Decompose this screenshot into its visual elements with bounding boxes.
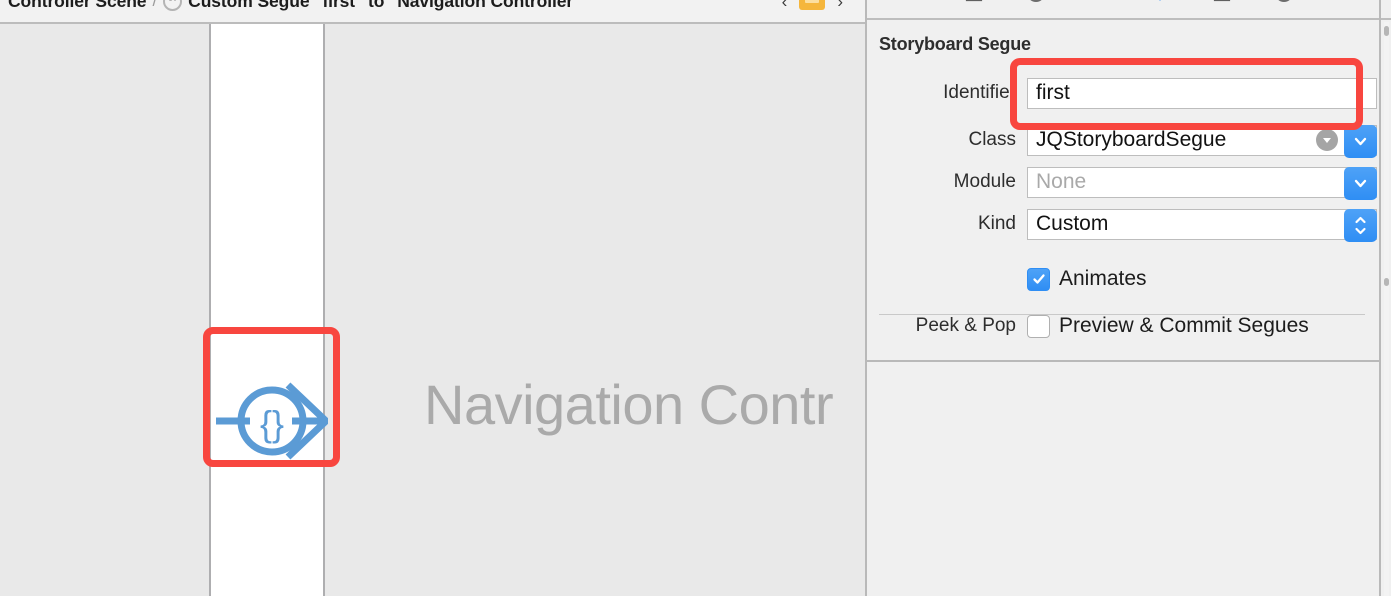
row-class: Class JQStoryboardSegue <box>867 124 1377 158</box>
back-chevron-icon[interactable]: ‹ <box>782 0 788 10</box>
file-inspector-icon[interactable] <box>963 0 985 16</box>
row-module: Module None <box>867 166 1377 200</box>
svg-text:{}: {} <box>260 403 284 444</box>
kind-stepper-button[interactable] <box>1344 208 1377 242</box>
module-dropdown-button[interactable] <box>1344 166 1377 200</box>
module-label: Module <box>953 171 1016 192</box>
row-identifier: Identifier first <box>867 77 1377 109</box>
segue-circle-icon <box>163 0 183 11</box>
identifier-label: Identifier <box>943 82 1016 103</box>
breadcrumb: Controller Scene / Custom Segue "first" … <box>8 0 581 14</box>
class-dropdown-button[interactable] <box>1344 124 1377 158</box>
module-input[interactable]: None <box>1027 166 1377 200</box>
row-animates: Animates <box>867 267 1147 291</box>
class-input[interactable]: JQStoryboardSegue <box>1027 124 1377 158</box>
folder-icon[interactable] <box>799 0 826 10</box>
inspector-scrollbar-thumb[interactable] <box>1384 26 1389 36</box>
attributes-inspector-panel: Storyboard Segue Identifier first Class … <box>865 0 1391 596</box>
custom-segue-icon[interactable]: {} <box>216 379 332 463</box>
identity-inspector-icon[interactable] <box>1087 0 1109 16</box>
inspector-content: Storyboard Segue Identifier first Class … <box>867 22 1391 596</box>
forward-chevron-icon[interactable]: › <box>837 0 843 10</box>
jump-bar: Controller Scene / Custom Segue "first" … <box>0 0 865 22</box>
quick-help-inspector-icon[interactable] <box>1025 0 1047 16</box>
preview-commit-segues-checkbox[interactable] <box>1027 314 1050 338</box>
row-kind: Kind Custom <box>867 208 1377 242</box>
identifier-input[interactable]: first <box>1027 77 1377 109</box>
animates-checkbox[interactable] <box>1027 267 1050 291</box>
breadcrumb-item-scene[interactable]: Controller Scene <box>8 0 147 12</box>
row-peek-and-pop: Peek & Pop Preview & Commit Segues <box>867 314 1309 338</box>
inspector-section-divider <box>867 360 1381 362</box>
kind-select[interactable]: Custom <box>1027 208 1377 242</box>
inspector-scrollbar-track[interactable] <box>1384 22 1389 596</box>
custom-segue-glyph: {} <box>216 382 332 460</box>
connections-inspector-icon[interactable] <box>1273 0 1295 16</box>
class-disclose-icon[interactable] <box>1316 129 1338 151</box>
scene-title-label: Navigation Contr <box>424 373 834 436</box>
inspector-tab-bar <box>867 0 1391 20</box>
attributes-inspector-icon[interactable] <box>1149 0 1171 16</box>
inspector-right-edge <box>1379 0 1381 596</box>
inspector-scrollbar-thumb-2[interactable] <box>1384 278 1389 286</box>
section-title-storyboard-segue: Storyboard Segue <box>879 34 1031 54</box>
size-inspector-icon[interactable] <box>1211 0 1233 16</box>
class-label: Class <box>968 129 1016 150</box>
breadcrumb-item-segue[interactable]: Custom Segue "first" to "Navigation Cont… <box>188 0 581 12</box>
storyboard-canvas[interactable]: Navigation Contr {} <box>0 22 865 596</box>
scene-strip[interactable] <box>209 24 325 596</box>
animates-label: Animates <box>1059 267 1147 290</box>
kind-value: Custom <box>1036 212 1109 235</box>
class-value: JQStoryboardSegue <box>1036 128 1227 151</box>
peek-and-pop-label: Peek & Pop <box>915 315 1016 336</box>
breadcrumb-separator: / <box>152 0 158 10</box>
jump-bar-navigation: ‹ › <box>782 0 843 14</box>
module-value: None <box>1036 170 1087 193</box>
preview-commit-segues-label: Preview & Commit Segues <box>1059 314 1309 337</box>
xcode-storyboard-window: Controller Scene / Custom Segue "first" … <box>0 0 1391 596</box>
kind-label: Kind <box>977 213 1016 234</box>
